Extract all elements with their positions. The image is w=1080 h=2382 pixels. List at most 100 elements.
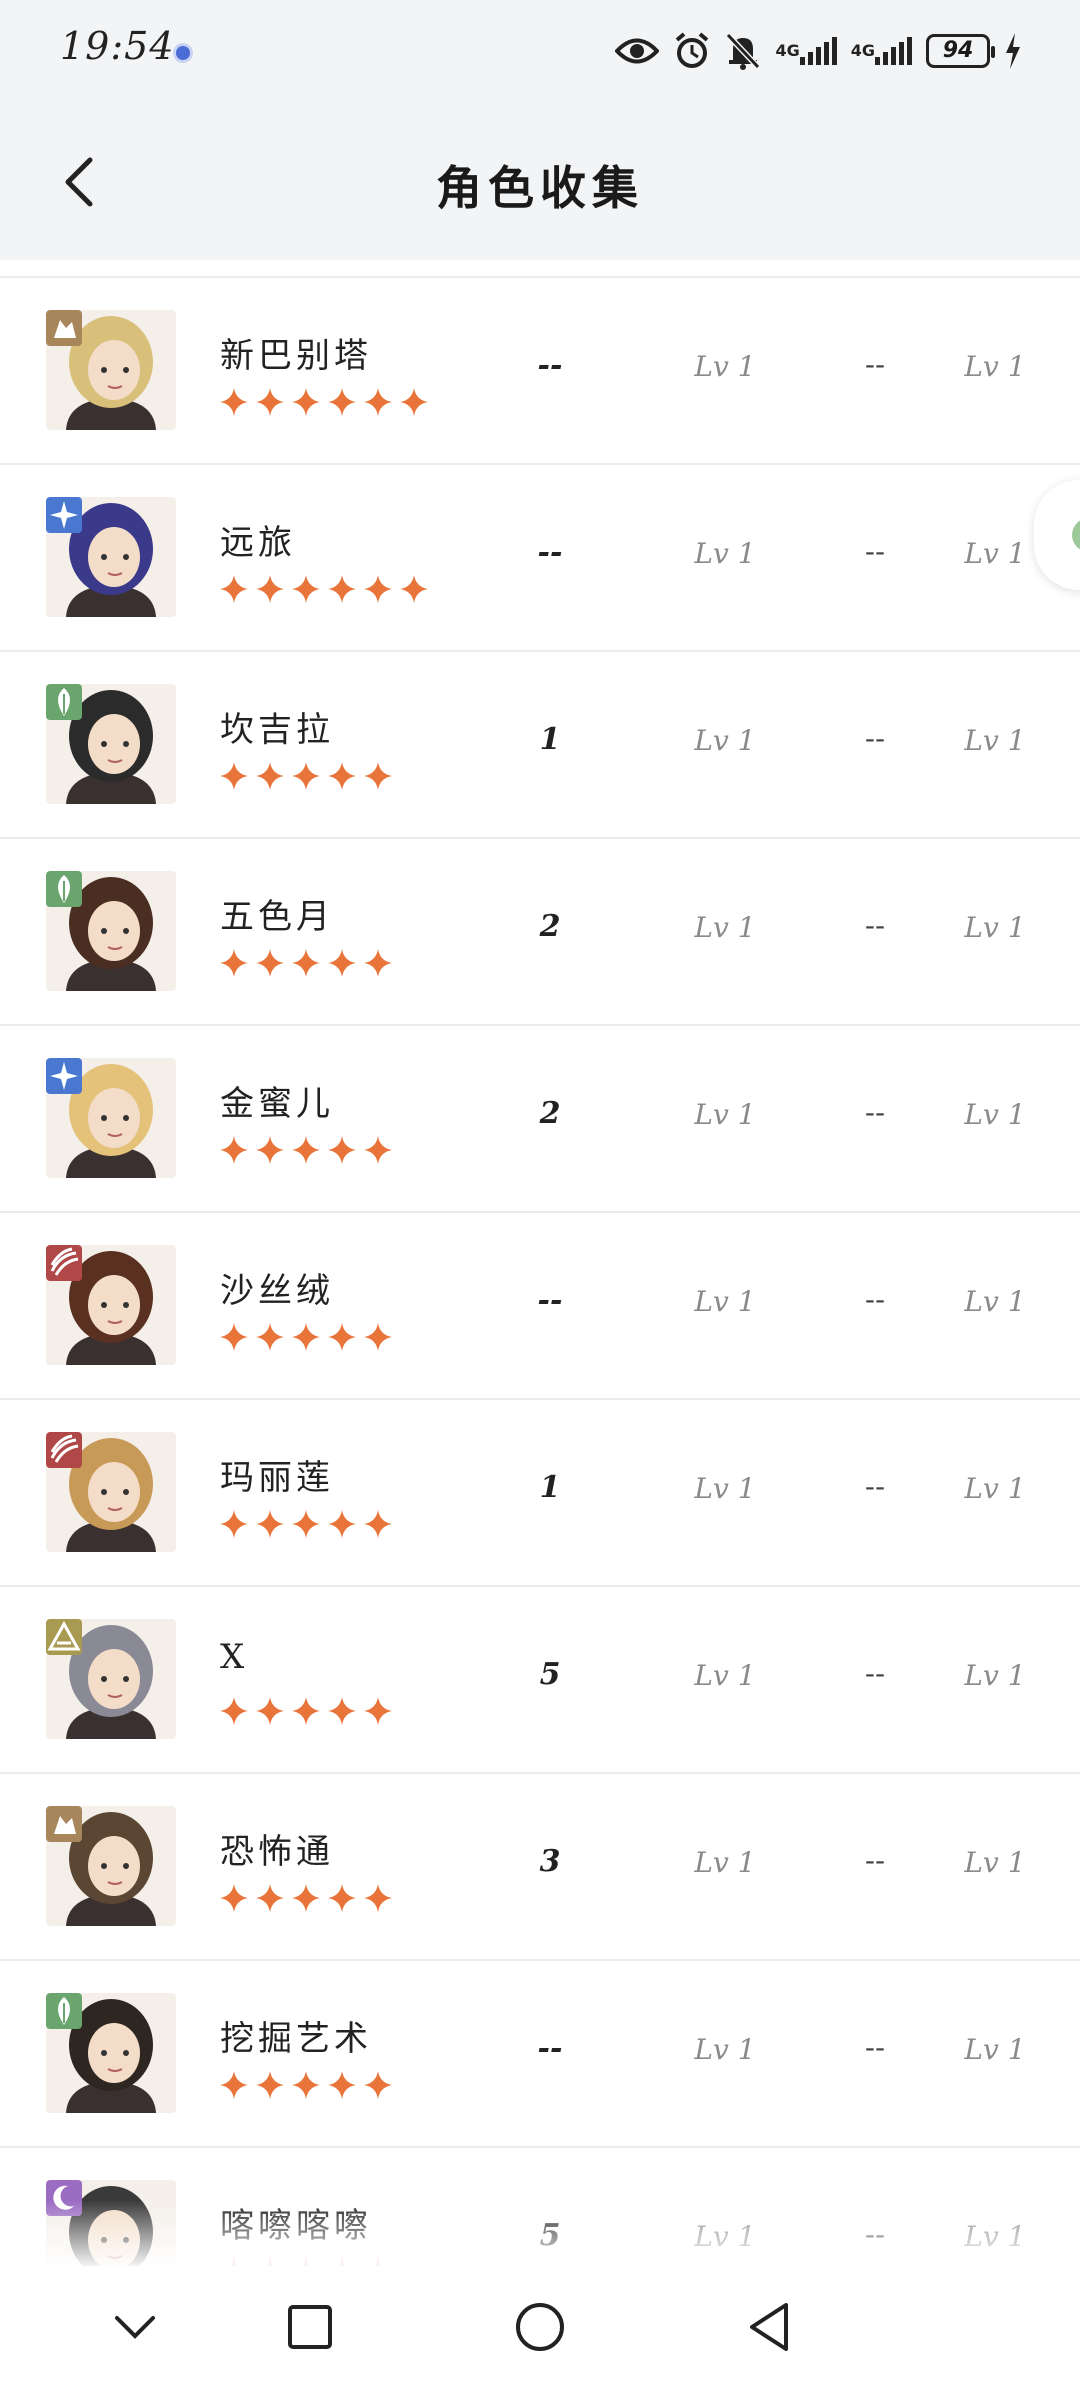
character-portrait: [46, 1806, 176, 1926]
character-name: 远旅: [220, 523, 296, 563]
rarity-star-icon: [328, 1323, 356, 1351]
character-level-2: Lv 1: [964, 2033, 1026, 2066]
rarity-star-icon: [364, 949, 392, 977]
nav-home-button[interactable]: [505, 2294, 575, 2360]
chevron-down-icon: [115, 2316, 155, 2339]
alarm-icon: [673, 32, 711, 70]
status-bar: 19:54 4G 4G 94: [0, 0, 1080, 104]
rarity-star-icon: [256, 1136, 284, 1164]
rarity-star-icon: [364, 1136, 392, 1164]
rarity-stars: [218, 1882, 394, 1914]
character-level: Lv 1: [694, 1659, 756, 1692]
character-name: X: [220, 1637, 249, 1677]
rarity-star-icon: [256, 762, 284, 790]
character-stat-3: --: [864, 348, 886, 381]
rarity-stars: [218, 947, 394, 979]
character-name: 恐怖通: [220, 1832, 334, 1872]
rarity-star-icon: [328, 949, 356, 977]
character-list[interactable]: 新巴别塔 -- Lv 1 -- Lv 1 远旅 -- Lv 1 -- Lv 1 坎吉拉 1 Lv 1 --…: [0, 276, 1080, 2266]
notification-dot-icon: [176, 46, 190, 60]
character-stat-3: --: [864, 2031, 886, 2064]
character-row[interactable]: 沙丝绒 -- Lv 1 -- Lv 1: [0, 1213, 1080, 1400]
character-stat-1: --: [537, 2031, 563, 2066]
signal-2-icon: 4G: [851, 37, 912, 65]
character-row[interactable]: 坎吉拉 1 Lv 1 -- Lv 1: [0, 652, 1080, 839]
rarity-star-icon: [220, 1510, 248, 1538]
rarity-star-icon: [256, 575, 284, 603]
character-level: Lv 1: [694, 1285, 756, 1318]
rarity-stars: [218, 760, 394, 792]
nav-collapse-button[interactable]: [100, 2294, 170, 2360]
earth-icon: [46, 310, 82, 346]
character-stat-1: --: [537, 1283, 563, 1318]
rarity-star-icon: [364, 388, 392, 416]
plant-icon: [46, 684, 82, 720]
character-level-2: Lv 1: [964, 1659, 1026, 1692]
rarity-star-icon: [364, 1323, 392, 1351]
character-stat-1: 3: [539, 1844, 561, 1879]
rarity-star-icon: [220, 575, 248, 603]
character-row[interactable]: 恐怖通 3 Lv 1 -- Lv 1: [0, 1774, 1080, 1961]
plant-icon: [46, 1993, 82, 2029]
rarity-star-icon: [220, 1884, 248, 1912]
character-level: Lv 1: [694, 537, 756, 570]
character-stat-1: 1: [539, 1470, 561, 1505]
charging-icon: [1004, 33, 1022, 69]
character-stat-3: --: [864, 1844, 886, 1877]
rarity-stars: [218, 1321, 394, 1353]
character-stat-3: --: [864, 1470, 886, 1503]
beast-icon: [46, 1245, 82, 1281]
rarity-star-icon: [220, 1136, 248, 1164]
plant-icon: [46, 871, 82, 907]
rarity-star-icon: [328, 762, 356, 790]
nav-recents-button[interactable]: [275, 2294, 345, 2360]
rarity-star-icon: [292, 1323, 320, 1351]
list-fade: [0, 2200, 1080, 2270]
character-level-2: Lv 1: [964, 1846, 1026, 1879]
character-level-2: Lv 1: [964, 911, 1026, 944]
nav-back-button[interactable]: [735, 2294, 805, 2360]
square-icon: [288, 2305, 332, 2349]
rarity-star-icon: [400, 575, 428, 603]
character-row[interactable]: 挖掘艺术 -- Lv 1 -- Lv 1: [0, 1961, 1080, 2148]
character-name: 新巴别塔: [220, 336, 372, 376]
character-stat-1: 2: [539, 909, 561, 944]
rarity-star-icon: [364, 1697, 392, 1725]
character-level: Lv 1: [694, 724, 756, 757]
character-stat-3: --: [864, 722, 886, 755]
character-row[interactable]: 五色月 2 Lv 1 -- Lv 1: [0, 839, 1080, 1026]
character-stat-3: --: [864, 1096, 886, 1129]
character-name: 挖掘艺术: [220, 2019, 372, 2059]
rarity-star-icon: [256, 1884, 284, 1912]
rarity-star-icon: [364, 575, 392, 603]
character-level: Lv 1: [694, 2033, 756, 2066]
star-icon: [46, 497, 82, 533]
character-row[interactable]: X 5 Lv 1 -- Lv 1: [0, 1587, 1080, 1774]
rarity-star-icon: [364, 762, 392, 790]
rarity-star-icon: [256, 1697, 284, 1725]
character-name: 沙丝绒: [220, 1271, 334, 1311]
rarity-stars: [218, 1695, 394, 1727]
rarity-stars: [218, 1134, 394, 1166]
character-row[interactable]: 金蜜儿 2 Lv 1 -- Lv 1: [0, 1026, 1080, 1213]
character-row[interactable]: 远旅 -- Lv 1 -- Lv 1: [0, 465, 1080, 652]
rarity-stars: [218, 386, 430, 418]
character-row[interactable]: 玛丽莲 1 Lv 1 -- Lv 1: [0, 1400, 1080, 1587]
character-stat-1: 5: [539, 1657, 561, 1692]
beast-icon: [46, 1432, 82, 1468]
mineral-icon: [46, 1619, 82, 1655]
triangle-back-icon: [750, 2303, 788, 2351]
character-name: 金蜜儿: [220, 1084, 334, 1124]
character-row[interactable]: 新巴别塔 -- Lv 1 -- Lv 1: [0, 278, 1080, 465]
character-level-2: Lv 1: [964, 350, 1026, 383]
rarity-star-icon: [328, 2071, 356, 2099]
character-stat-3: --: [864, 909, 886, 942]
rarity-star-icon: [328, 1136, 356, 1164]
character-portrait: [46, 871, 176, 991]
character-portrait: [46, 1993, 176, 2113]
character-level: Lv 1: [694, 350, 756, 383]
character-stat-1: --: [537, 348, 563, 383]
character-name: 坎吉拉: [220, 710, 334, 750]
character-name: 五色月: [220, 897, 334, 937]
character-portrait: [46, 1432, 176, 1552]
